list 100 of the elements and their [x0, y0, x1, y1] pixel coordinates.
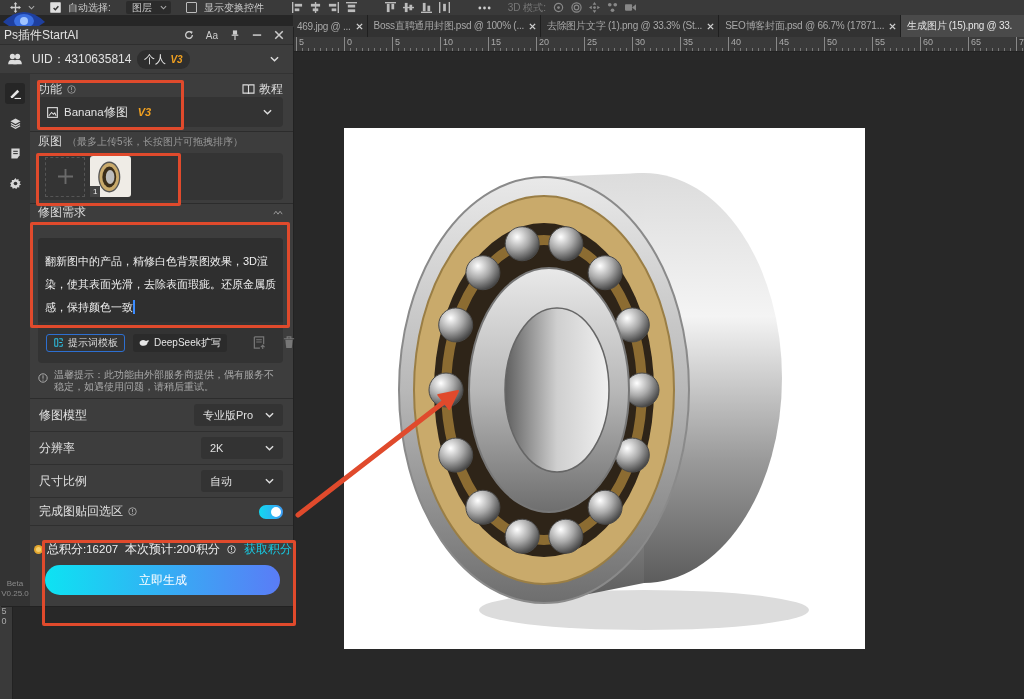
document-tab[interactable]: 469.jpg @ ... [293, 15, 368, 37]
ruler-number: 55 [872, 37, 920, 51]
tutorial-link[interactable]: 教程 [242, 82, 283, 97]
coin-icon [34, 545, 43, 554]
chevron-down-icon [263, 109, 272, 115]
prompt-input[interactable]: 翻新图中的产品，精修白色背景图效果，3D渲染，使其表面光滑，去除表面瑕疵。还原金属质感，保持颜色一致 [38, 238, 283, 322]
toggle-switch[interactable] [259, 504, 283, 519]
version-label: V0.25.0 [1, 589, 29, 598]
checkbox-label: 显示变换控件 [203, 0, 264, 15]
panel-title: Ps插件StartAI [4, 26, 80, 44]
setting-label: 修图模型 [39, 406, 87, 424]
section-label: 原图 [38, 134, 62, 149]
align-left-icon[interactable] [291, 2, 303, 13]
users-icon [8, 53, 22, 65]
close-icon[interactable] [529, 22, 536, 30]
four-way-arrows-icon[interactable] [589, 2, 601, 13]
feature-dropdown[interactable]: Banana修图 V3 [38, 97, 283, 127]
channel-label: Beta [6, 579, 24, 588]
gear-icon [9, 178, 21, 189]
deepseek-button[interactable]: DeepSeek扩写 [133, 333, 227, 352]
checkbox-label: 自动选择: [68, 0, 111, 15]
setting-label: 尺寸比例 [39, 472, 87, 490]
ruler-number: 10 [440, 37, 488, 51]
ruler-number: 20 [536, 37, 584, 51]
close-icon[interactable] [355, 22, 363, 30]
document-tab[interactable]: SEO博客封面.psd @ 66.7% (17871... [719, 15, 902, 37]
ruler-number: 0 [344, 37, 392, 51]
move-tool-icon[interactable] [10, 2, 21, 13]
plan-name: 个人 [144, 51, 167, 67]
close-icon[interactable] [707, 22, 715, 30]
double-chevron-up-icon[interactable] [273, 210, 283, 215]
chevron-down-icon [265, 445, 274, 451]
chevron-down-icon [265, 412, 274, 418]
pin-icon[interactable] [230, 30, 240, 40]
align-top-edge-icon[interactable] [384, 2, 396, 13]
checkbox[interactable] [185, 2, 197, 13]
template-icon [53, 338, 64, 347]
more-icon[interactable] [477, 5, 491, 10]
setting-label: 分辨率 [39, 439, 75, 457]
document-icon [9, 148, 21, 159]
layer-dropdown[interactable]: 图层 [125, 1, 171, 14]
image-index: 1 [90, 186, 101, 197]
estimated-credits: 本次预计:200积分 [125, 542, 220, 557]
align-bottom-icon[interactable] [420, 2, 432, 13]
ruler-number: 30 [632, 37, 680, 51]
tick-icon [51, 3, 60, 12]
option-select[interactable]: 2K [201, 437, 283, 459]
document-tab[interactable]: Boss直聘通用封图.psd @ 100% (... [367, 15, 541, 37]
info-icon [226, 545, 236, 554]
document-arrow-icon[interactable] [252, 336, 265, 349]
total-credits: 总积分:16207 [47, 542, 119, 557]
caret-icon [159, 5, 167, 10]
notice-text: 温馨提示：此功能由外部服务商提供，偶有服务不稳定，如遇使用问题，请稍后重试。 [54, 369, 275, 393]
ruler-number: 35 [680, 37, 728, 51]
align-right-icon[interactable] [327, 2, 339, 13]
three-dots-icon[interactable] [607, 2, 619, 13]
document-tab[interactable]: 去除图片文字 (1).png @ 33.3% (St... [541, 15, 720, 37]
nav-button[interactable] [5, 83, 25, 104]
close-icon[interactable] [889, 22, 897, 30]
ruler-number: 5 [296, 37, 344, 51]
video-camera-icon[interactable] [625, 2, 637, 13]
caret-icon[interactable] [28, 5, 35, 10]
option-select[interactable]: 自动 [201, 470, 283, 492]
ruler-number: 50 [824, 37, 872, 51]
target-icon[interactable] [553, 2, 565, 13]
upload-hint: （最多上传5张，长按图片可拖拽排序） [67, 134, 243, 149]
ruler-number: 45 [776, 37, 824, 51]
ruler-number: 25 [584, 37, 632, 51]
chevron-down-icon [265, 478, 274, 484]
ruler-number: 5 [392, 37, 440, 51]
version-tag: V3 [137, 106, 152, 118]
align-center-icon[interactable] [309, 2, 321, 13]
ruler-number: 65 [968, 37, 1016, 51]
whale-icon [139, 338, 150, 347]
user-id: UID：4310635814 [32, 50, 132, 68]
trash-icon[interactable] [282, 336, 295, 349]
refresh-icon[interactable] [183, 30, 194, 40]
close-icon[interactable] [274, 30, 284, 40]
template-button[interactable]: 提示词模板 [46, 333, 125, 352]
version-tag: V3 [170, 53, 183, 65]
photo-placeholder[interactable]: 1 [90, 156, 131, 197]
align-middle-icon[interactable] [402, 2, 414, 13]
ruler-number: 7 [1016, 37, 1024, 51]
ruler-number: 40 [728, 37, 776, 51]
align-top-icon[interactable] [345, 2, 357, 13]
document-tab[interactable]: 生成图片 (15).png @ 33. [901, 15, 1024, 37]
concentric-rings-icon[interactable] [571, 2, 583, 13]
checkbox[interactable] [50, 2, 61, 13]
option-select[interactable]: 专业版Pro [193, 404, 283, 426]
chevron-down-icon[interactable] [270, 56, 279, 62]
ruler-number: 15 [488, 37, 536, 51]
ruler-number: 60 [920, 37, 968, 51]
image-icon [47, 106, 58, 118]
distribute-icon[interactable] [438, 2, 450, 13]
info-icon [67, 85, 76, 94]
section-label: 修图需求 [38, 205, 86, 220]
book-icon [242, 84, 255, 95]
get-credits-link[interactable]: 获取积分 [243, 542, 292, 557]
setting-label: 完成图贴回选区 [39, 503, 123, 520]
font-size-button[interactable]: Aa [205, 29, 218, 41]
